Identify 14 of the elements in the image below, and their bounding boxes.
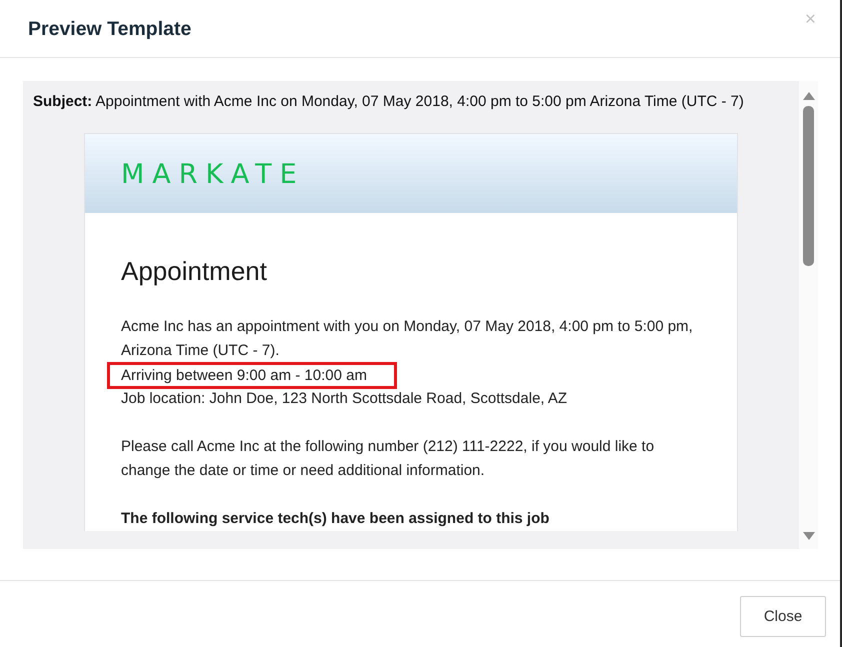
email-text: Arriving between 9:00 am - 10:00 am: [121, 366, 367, 384]
scrollbar-track[interactable]: [799, 81, 818, 549]
scroll-up-icon[interactable]: [802, 92, 814, 100]
scrollbar-thumb[interactable]: [803, 106, 814, 266]
email-text: Acme Inc has an appointment with you on Monday, 07 May 2018, 4:00 pm to 5:00 pm, Arizona Time (UTC - 7).: [121, 317, 694, 361]
email-text: Job location: John Doe, 123 North Scottsdale Road, Scottsdale, AZ: [121, 389, 568, 409]
close-dialog-button[interactable]: Close: [740, 596, 826, 636]
subject-line: Subject: Appointment with Acme Inc on Monday, 07 May 2018, 4:00 pm to 5:00 pm Arizona Time (UTC - 7): [33, 93, 745, 111]
dialog-title: Preview Template: [28, 16, 192, 40]
brand-logo: MARKATE: [121, 160, 305, 190]
email-text: Please call Acme Inc at the following number (212) 111-2222, if you would like to change the date or time or need additional information.: [121, 437, 656, 481]
scroll-down-icon[interactable]: [802, 532, 814, 540]
email-heading: Appointment: [121, 256, 268, 286]
email-text: The following service tech(s) have been assigned to this job: [121, 509, 550, 529]
